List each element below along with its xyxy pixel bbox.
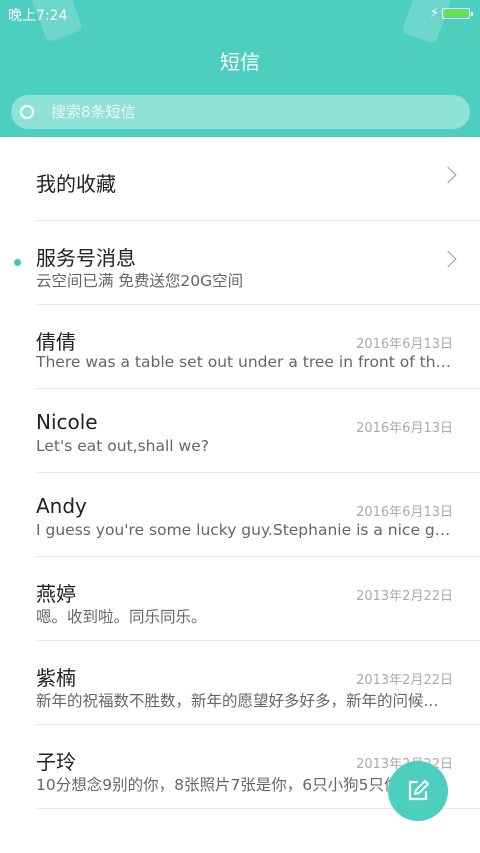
- contact-name: Nicole: [36, 410, 98, 434]
- conversation-row[interactable]: Andy 2016年6月13日 I guess you're some luck…: [36, 473, 480, 557]
- contact-name: 倩倩: [36, 330, 76, 354]
- contact-name: Andy: [36, 494, 87, 518]
- favorites-row[interactable]: 我的收藏: [36, 137, 480, 221]
- message-date: 2016年6月13日: [356, 421, 453, 436]
- bolt-icon: ⚡: [430, 6, 440, 21]
- message-snippet: 新年的祝福数不胜数，新年的愿望好多好多，新年的问候...: [36, 692, 439, 710]
- status-time: 晚上7:24: [8, 8, 68, 24]
- header: 晚上7:24 ⚡ 短信: [0, 0, 480, 137]
- service-messages-row[interactable]: 服务号消息 云空间已满 免费送您20G空间: [14, 221, 480, 305]
- search-input[interactable]: [51, 95, 451, 129]
- battery-icon: [442, 8, 473, 19]
- service-name: 服务号消息: [36, 246, 136, 270]
- service-snippet: 云空间已满 免费送您20G空间: [36, 272, 244, 290]
- unread-dot-icon: [14, 259, 21, 266]
- message-date: 2013年2月22日: [356, 589, 453, 604]
- compose-icon: [408, 780, 429, 801]
- compose-button[interactable]: [388, 761, 448, 821]
- search-icon: [20, 105, 34, 119]
- message-snippet: Let's eat out,shall we?: [36, 437, 209, 455]
- message-date: 2013年2月22日: [356, 673, 453, 688]
- conversation-row[interactable]: 倩倩 2016年6月13日 There was a table set out …: [36, 305, 480, 389]
- message-snippet: 10分想念9别的你，8张照片7张是你，6只小狗5只像: [36, 776, 400, 794]
- conversation-row[interactable]: 紫楠 2013年2月22日 新年的祝福数不胜数，新年的愿望好多好多，新年的问候.…: [36, 641, 480, 725]
- contact-name: 子玲: [36, 750, 76, 774]
- conversation-row[interactable]: Nicole 2016年6月13日 Let's eat out,shall we…: [36, 389, 480, 473]
- conversation-row[interactable]: 燕婷 2013年2月22日 嗯。收到啦。同乐同乐。: [36, 557, 480, 641]
- page-title: 短信: [220, 50, 260, 74]
- favorites-label: 我的收藏: [36, 172, 116, 196]
- conversation-list: 我的收藏 服务号消息 云空间已满 免费送您20G空间 倩倩 2016年6月13日…: [0, 137, 480, 809]
- message-snippet: There was a table set out under a tree i…: [36, 353, 454, 371]
- chevron-right-icon: [439, 250, 457, 268]
- message-date: 2016年6月13日: [356, 337, 453, 352]
- status-bar: 晚上7:24 ⚡: [0, 0, 480, 28]
- contact-name: 紫楠: [36, 666, 76, 690]
- search-bar[interactable]: [11, 95, 470, 129]
- message-date: 2016年6月13日: [356, 505, 453, 520]
- message-snippet: I guess you're some lucky guy.Stephanie …: [36, 521, 454, 539]
- message-snippet: 嗯。收到啦。同乐同乐。: [36, 608, 207, 626]
- chevron-right-icon: [439, 166, 457, 184]
- contact-name: 燕婷: [36, 582, 76, 606]
